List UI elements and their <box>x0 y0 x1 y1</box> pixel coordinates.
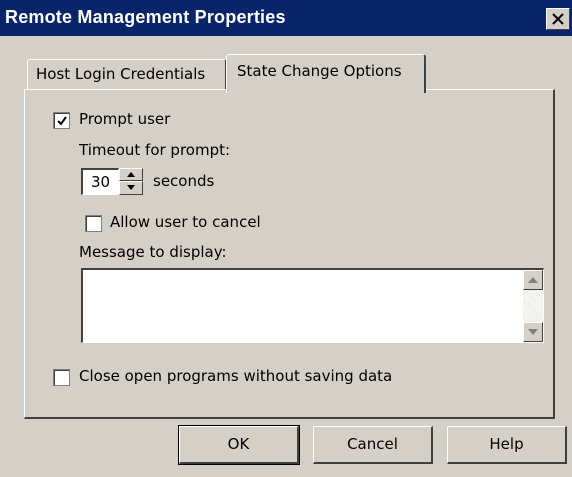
arrow-up-icon <box>528 277 538 283</box>
close-programs-label[interactable]: Close open programs without saving data <box>79 367 392 385</box>
cancel-button[interactable]: Cancel <box>313 426 433 464</box>
spin-down-button[interactable] <box>119 181 143 195</box>
dialog-window: Remote Management Properties Host Login … <box>0 0 572 477</box>
spin-up-button[interactable] <box>119 168 143 181</box>
arrow-down-icon <box>127 185 135 190</box>
arrow-down-icon <box>528 329 538 335</box>
timeout-label: Timeout for prompt: <box>79 141 231 159</box>
tab-label: Host Login Credentials <box>36 65 206 83</box>
tab-host-login-credentials[interactable]: Host Login Credentials <box>27 59 227 90</box>
ok-button[interactable]: OK <box>178 425 300 465</box>
checkmark-icon <box>57 116 67 126</box>
allow-cancel-label[interactable]: Allow user to cancel <box>110 213 261 231</box>
help-button[interactable]: Help <box>447 426 567 464</box>
prompt-user-checkbox[interactable] <box>53 112 70 129</box>
window-title: Remote Management Properties <box>5 7 286 27</box>
message-label: Message to display: <box>79 243 227 261</box>
close-icon <box>552 13 564 25</box>
timeout-unit-label: seconds <box>153 172 215 190</box>
title-bar[interactable]: Remote Management Properties <box>0 0 572 36</box>
message-scrollbar[interactable] <box>523 270 543 342</box>
prompt-user-label[interactable]: Prompt user <box>79 110 170 128</box>
arrow-up-icon <box>127 172 135 177</box>
close-programs-checkbox[interactable] <box>53 369 70 386</box>
scroll-up-button[interactable] <box>523 270 543 290</box>
scroll-down-button[interactable] <box>523 322 543 342</box>
message-text <box>83 270 543 274</box>
allow-cancel-checkbox[interactable] <box>85 215 102 232</box>
message-textarea[interactable] <box>81 268 544 343</box>
close-button[interactable] <box>546 8 570 30</box>
tab-label: State Change Options <box>237 62 402 80</box>
tab-state-change-options[interactable]: State Change Options <box>226 54 426 93</box>
timeout-input[interactable]: 30 <box>81 168 119 195</box>
